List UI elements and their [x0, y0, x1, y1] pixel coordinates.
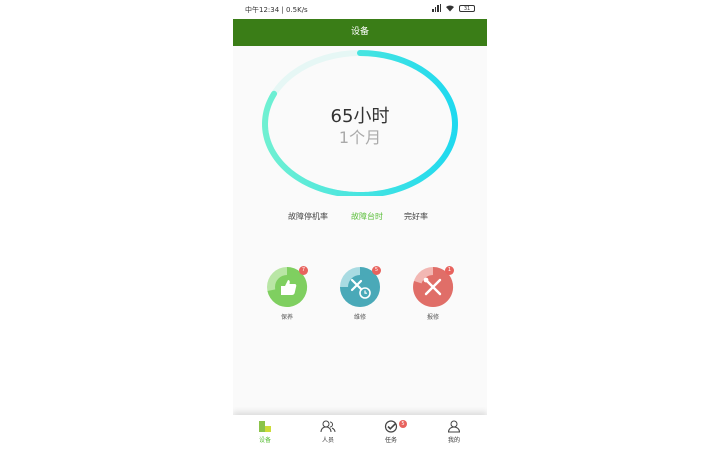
- maintenance-badge: 7: [299, 266, 308, 275]
- nav-item-task[interactable]: 5 任务: [371, 420, 411, 444]
- profile-icon: [447, 420, 461, 433]
- ring-main-value: 65小时: [330, 106, 390, 127]
- wifi-icon: [446, 5, 454, 12]
- tab-downtime-rate[interactable]: 故障停机率: [288, 211, 328, 222]
- nav-item-device[interactable]: 设备: [245, 420, 285, 444]
- progress-ring-card: 65小时 1个月: [233, 46, 487, 199]
- nav-label-task: 任务: [384, 437, 397, 444]
- page-title: 设备: [350, 27, 369, 37]
- ring-sub-value: 1个月: [338, 128, 382, 147]
- status-bar: 中午12:34 | 0.5K/s 31: [233, 0, 487, 19]
- metric-tabs: 故障停机率 故障台时 完好率: [233, 211, 487, 225]
- repair-badge: 5: [372, 266, 381, 275]
- people-icon: [320, 420, 336, 433]
- status-time-speed: 中午12:34 | 0.5K/s: [245, 6, 308, 14]
- signal-icon: [432, 4, 441, 12]
- category-repair[interactable]: 5 维修: [335, 266, 385, 321]
- report-label: 报修: [426, 314, 439, 321]
- device-icon: [259, 421, 271, 432]
- tab-intact-rate[interactable]: 完好率: [404, 211, 428, 222]
- nav-item-profile[interactable]: 我的: [434, 420, 474, 444]
- bottom-nav: 设备 人员 5 任务 我的: [233, 415, 487, 450]
- nav-label-people: 人员: [321, 437, 334, 444]
- nav-label-profile: 我的: [447, 437, 460, 444]
- task-check-icon: [384, 420, 397, 433]
- tab-fault-hours[interactable]: 故障台时: [351, 211, 383, 222]
- maintenance-label: 保养: [280, 314, 293, 321]
- battery-icon: 31: [459, 4, 475, 12]
- ring-center-text: 65小时 1个月: [233, 106, 487, 148]
- phone-screen: 中午12:34 | 0.5K/s 31 设备 65小时 1个月 故障停机率 故障…: [233, 0, 487, 450]
- app-header: 设备: [233, 19, 487, 46]
- nav-item-people[interactable]: 人员: [308, 420, 348, 444]
- status-icons: 31: [432, 4, 475, 12]
- report-badge: 1: [445, 266, 454, 275]
- category-report-repair[interactable]: 1 报修: [408, 266, 458, 321]
- task-badge: 5: [399, 420, 407, 428]
- category-maintenance[interactable]: 7 保养: [262, 266, 312, 321]
- nav-label-device: 设备: [258, 437, 271, 444]
- repair-label: 维修: [353, 314, 366, 321]
